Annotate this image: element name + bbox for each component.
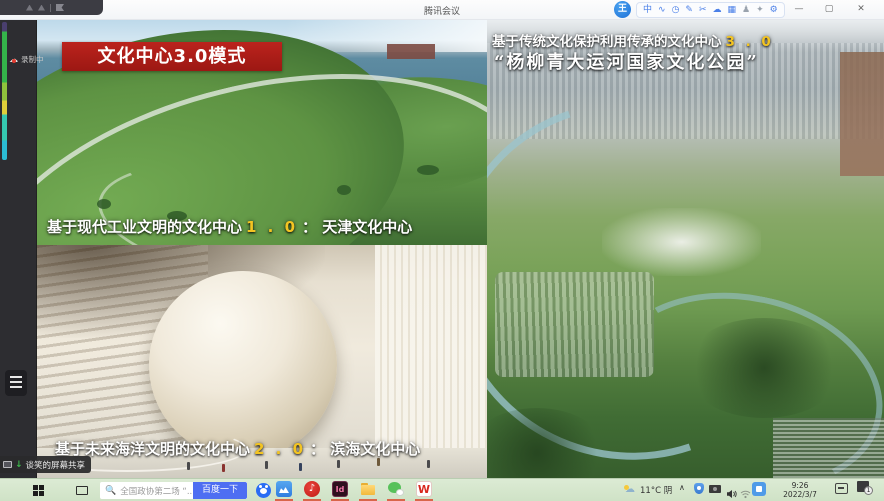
file-explorer-icon[interactable] bbox=[360, 481, 376, 497]
weather-text[interactable]: 11°C 阴 bbox=[640, 484, 672, 496]
monitor-icon bbox=[3, 461, 12, 468]
recording-indicator: ☁ 录制中 bbox=[9, 52, 79, 67]
share-arrow-icon bbox=[56, 4, 64, 11]
action-center-icon[interactable] bbox=[835, 483, 848, 494]
theme-icon[interactable]: ✦ bbox=[756, 3, 764, 17]
share-status-pill[interactable]: ↓ 谈笑的屏幕共享 bbox=[0, 456, 91, 473]
wechat-icon[interactable] bbox=[388, 481, 404, 497]
tray-expand-caret[interactable]: ∧ bbox=[679, 483, 685, 492]
maximize-button[interactable]: ▢ bbox=[816, 0, 842, 19]
user-avatar[interactable]: 王 bbox=[614, 1, 631, 18]
baidu-search-button[interactable]: 百度一下 bbox=[193, 482, 247, 499]
triangle-icon bbox=[38, 5, 45, 11]
minimize-button[interactable]: — bbox=[786, 0, 812, 19]
caption-2: 基于未来海洋文明的文化中心2 . 0： 滨海文化中心 bbox=[55, 438, 420, 459]
cloud-record-icon: ☁ bbox=[9, 55, 18, 65]
cloud-icon[interactable]: ☁ bbox=[713, 3, 722, 17]
baidu-app-icon[interactable] bbox=[256, 483, 271, 498]
start-button[interactable] bbox=[33, 485, 44, 496]
member-list-toggle[interactable] bbox=[5, 370, 27, 396]
titlebar-toolbar: 中 ∿ ◷ ✎ ✂ ☁ ▦ ♟ ✦ ⚙ bbox=[636, 2, 785, 18]
search-icon: 🔍 bbox=[105, 486, 116, 496]
weather-cloud-icon[interactable]: ☁ bbox=[625, 484, 635, 495]
indesign-icon[interactable]: Id bbox=[332, 481, 348, 497]
pencil-icon[interactable]: ✎ bbox=[685, 3, 693, 17]
camera-tray-icon[interactable] bbox=[709, 485, 721, 493]
caption-3-line2: “杨柳青大运河国家文化公园” bbox=[494, 48, 759, 74]
download-arrow-icon: ↓ bbox=[15, 460, 23, 470]
triangle-icon bbox=[26, 5, 33, 11]
photo-yangliuqing-aerial bbox=[487, 20, 884, 478]
slide-banner: 文化中心3.0模式 bbox=[62, 42, 282, 71]
network-icon[interactable] bbox=[740, 484, 751, 501]
voice-icon[interactable]: ∿ bbox=[658, 3, 666, 17]
audio-level-meter bbox=[2, 22, 7, 160]
netease-music-icon[interactable]: ♪ bbox=[304, 481, 320, 497]
task-view-button[interactable] bbox=[76, 486, 88, 495]
caption-1: 基于现代工业文明的文化中心1 . 0： 天津文化中心 bbox=[47, 216, 412, 237]
settings-icon[interactable]: ⚙ bbox=[770, 3, 778, 17]
caption-3: 基于传统文化保护利用传承的文化中心3 . 0 bbox=[492, 30, 778, 50]
notification-badge: 1 bbox=[864, 486, 873, 495]
wps-icon[interactable]: W bbox=[416, 481, 432, 497]
search-text: 全国政协第二场 “.. bbox=[120, 485, 192, 497]
scissors-icon[interactable]: ✂ bbox=[699, 3, 707, 17]
close-button[interactable]: ✕ bbox=[848, 0, 874, 19]
desktop-screen: 腾讯会议 王 中 ∿ ◷ ✎ ✂ ☁ ▦ ♟ ✦ ⚙ — ▢ ✕ bbox=[0, 0, 884, 501]
share-status-label: 谈笑的屏幕共享 bbox=[26, 459, 86, 471]
member-icon[interactable]: ♟ bbox=[742, 3, 750, 17]
screen-share-icon[interactable]: ▦ bbox=[728, 3, 737, 17]
message-notification-icon[interactable]: 1 bbox=[857, 481, 869, 492]
meeting-titlebar: 腾讯会议 王 中 ∿ ◷ ✎ ✂ ☁ ▦ ♟ ✦ ⚙ — ▢ ✕ bbox=[0, 0, 884, 20]
taskbar-clock[interactable]: 9:26 2022/3/7 bbox=[778, 481, 822, 499]
divider bbox=[50, 4, 51, 12]
floating-capture-bar[interactable] bbox=[0, 0, 103, 15]
clock-icon[interactable]: ◷ bbox=[672, 3, 680, 17]
baidu-netdisk-icon[interactable] bbox=[276, 481, 292, 497]
red-building bbox=[387, 44, 435, 59]
speaker-icon[interactable] bbox=[726, 484, 737, 501]
screen-share-stage: 文化中心3.0模式 基于现代工业文明的文化中心1 . 0： 天津文化中心 基于未… bbox=[0, 20, 884, 478]
input-method-icon[interactable] bbox=[752, 482, 766, 496]
translate-icon[interactable]: 中 bbox=[643, 3, 652, 17]
